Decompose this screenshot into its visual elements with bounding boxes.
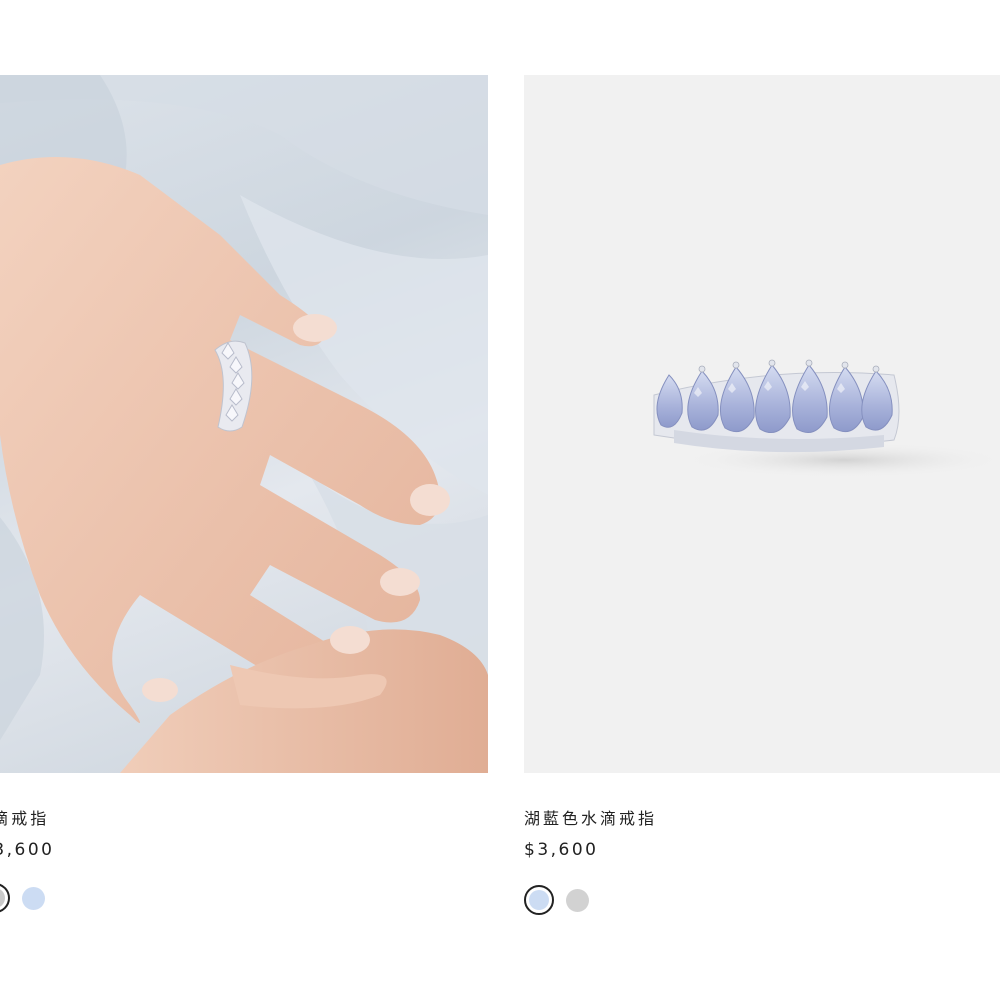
product-grid: k滴戒指 $3,600 [0, 0, 1000, 1000]
swatch-silver[interactable] [566, 888, 589, 912]
product-image-lifestyle[interactable] [0, 75, 488, 773]
swatch-silver[interactable] [0, 883, 10, 913]
product-card[interactable]: k滴戒指 $3,600 [0, 75, 488, 913]
product-card[interactable]: 湖藍色水滴戒指 $3,600 [524, 75, 1000, 915]
product-price: $3,600 [0, 840, 55, 860]
product-name[interactable]: k滴戒指 [0, 805, 49, 829]
product-image-ring[interactable] [524, 75, 1000, 773]
product-price: $3,600 [524, 840, 599, 860]
color-swatches [0, 883, 45, 913]
color-swatches [524, 885, 589, 915]
swatch-light-blue[interactable] [524, 885, 554, 915]
product-name[interactable]: 湖藍色水滴戒指 [524, 805, 657, 829]
swatch-light-blue[interactable] [22, 886, 45, 910]
